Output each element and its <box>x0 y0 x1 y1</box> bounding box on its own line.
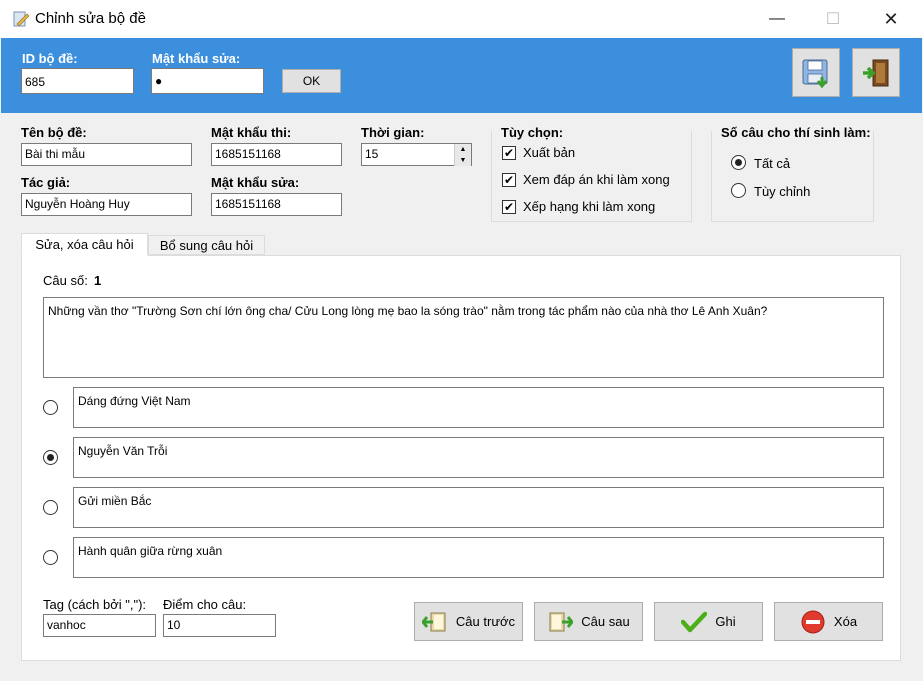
save-question-label: Ghi <box>715 614 736 629</box>
author-label: Tác giả: <box>21 175 71 190</box>
answer-radio-1[interactable] <box>43 400 58 415</box>
id-input[interactable]: 685 <box>21 68 134 94</box>
exam-password-label: Mật khẩu thi: <box>211 125 292 140</box>
answer-radio-2[interactable] <box>43 450 58 465</box>
all-questions-radio[interactable] <box>731 155 746 170</box>
maximize-button[interactable]: ☐ <box>810 0 856 38</box>
time-label: Thời gian: <box>361 125 425 140</box>
publish-label: Xuất bản <box>523 145 576 160</box>
save-file-button[interactable] <box>792 48 840 97</box>
radio-dot <box>47 454 54 461</box>
exit-button[interactable] <box>852 48 900 97</box>
show-answers-label: Xem đáp án khi làm xong <box>523 172 670 187</box>
edit-password-header-label: Mật khẩu sửa: <box>152 51 241 66</box>
delete-question-label: Xóa <box>833 614 858 629</box>
book-back-icon <box>421 612 446 631</box>
edit-password-header-input[interactable]: ● <box>151 68 264 94</box>
question-text-area[interactable]: Những vần thơ "Trường Sơn chí lớn ông ch… <box>43 297 884 378</box>
answer-radio-4[interactable] <box>43 550 58 565</box>
spin-up-icon[interactable]: ▲ <box>454 144 471 155</box>
close-button[interactable]: ✕ <box>868 0 914 38</box>
spin-down-icon[interactable]: ▼ <box>454 155 471 166</box>
question-number-value: 1 <box>94 273 102 288</box>
question-number-label: Câu số: <box>43 273 88 288</box>
answer-input-3[interactable]: Gửi miền Bắc <box>73 487 884 528</box>
header-band <box>1 38 922 113</box>
edit-password-label: Mật khẩu sửa: <box>211 175 300 190</box>
tab-add-questions[interactable]: Bổ sung câu hỏi <box>148 235 265 255</box>
exit-door-icon <box>863 59 889 86</box>
time-value: 15 <box>365 147 379 161</box>
ranking-checkbox[interactable]: ✔ <box>502 200 516 214</box>
book-forward-icon <box>549 612 574 631</box>
tab-edit-questions[interactable]: Sửa, xóa câu hỏi <box>21 233 148 256</box>
next-question-button[interactable]: Câu sau <box>534 602 643 641</box>
answer-input-4[interactable]: Hành quân giữa rừng xuân <box>73 537 884 578</box>
tag-input[interactable]: vanhoc <box>43 614 156 637</box>
name-label: Tên bộ đề: <box>21 125 87 140</box>
publish-checkbox[interactable]: ✔ <box>502 146 516 160</box>
floppy-save-icon <box>802 59 828 88</box>
tag-label: Tag (cách bởi ","): <box>43 597 147 612</box>
name-input[interactable]: Bài thi mẫu <box>21 143 192 166</box>
author-input[interactable]: Nguyễn Hoàng Huy <box>21 193 192 216</box>
answer-radio-3[interactable] <box>43 500 58 515</box>
delete-minus-icon <box>801 610 825 633</box>
checkmark-icon <box>681 611 708 632</box>
question-count-group <box>711 131 874 222</box>
answer-input-2[interactable]: Nguyễn Văn Trỗi <box>73 437 884 478</box>
score-label: Điểm cho câu: <box>163 597 247 612</box>
ranking-label: Xếp hạng khi làm xong <box>523 199 656 214</box>
show-answers-checkbox[interactable]: ✔ <box>502 173 516 187</box>
next-question-label: Câu sau <box>581 614 630 629</box>
ok-button[interactable]: OK <box>282 69 341 93</box>
previous-question-button[interactable]: Câu trước <box>414 602 523 641</box>
custom-count-radio[interactable] <box>731 183 746 198</box>
edit-password-input[interactable]: 1685151168 <box>211 193 342 216</box>
id-label: ID bộ đề: <box>22 51 78 66</box>
app-icon <box>12 10 30 28</box>
window-title: Chỉnh sửa bộ đề <box>35 10 146 27</box>
exam-password-input[interactable]: 1685151168 <box>211 143 342 166</box>
save-question-button[interactable]: Ghi <box>654 602 763 641</box>
previous-question-label: Câu trước <box>455 614 516 629</box>
score-input[interactable]: 10 <box>163 614 276 637</box>
minimize-button[interactable]: — <box>754 0 800 38</box>
delete-question-button[interactable]: Xóa <box>774 602 883 641</box>
all-questions-label: Tất cả <box>754 156 791 171</box>
custom-count-label: Tùy chỉnh <box>754 184 811 199</box>
radio-dot <box>735 159 742 166</box>
answer-input-1[interactable]: Dáng đứng Việt Nam <box>73 387 884 428</box>
